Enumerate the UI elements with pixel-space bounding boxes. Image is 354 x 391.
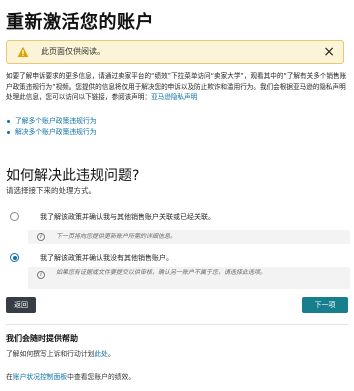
account-health-dashboard-link[interactable]: 账户状况控制面板 (13, 373, 67, 381)
help-here-link[interactable]: 此处 (94, 350, 108, 358)
intro-paragraph: 如要了解申诉要求的更多信息，请通过卖家平台的“绩效”下拉菜单访问“卖家大学”，观… (6, 71, 350, 103)
status-text-before: 在 (6, 373, 13, 381)
info-icon: i (37, 271, 45, 279)
resolve-subheading: 请选择接下来的处理方式。 (6, 186, 96, 195)
reactivation-page: 重新激活您的账户 此页面仅供阅读。 × 如要了解申诉要求的更多信息，请通过卖家平… (0, 0, 354, 391)
close-icon[interactable]: × (323, 43, 335, 61)
option-no-other-accounts-label[interactable]: 我了解该政策并确认我没有其他销售账户。 (40, 253, 173, 263)
read-only-alert: 此页面仅供阅读。 × (6, 40, 344, 64)
radio-option-no-other-accounts[interactable] (10, 253, 19, 262)
help-title: 我们会随时提供帮助 (6, 334, 78, 343)
info-icon: i (37, 233, 45, 241)
help-text-before: 了解如何撰写上诉和行动计划 (6, 350, 95, 358)
option-no-other-accounts-note: i 如果您有证据或文件要提交以供审核，确认另一账户不属于您，请选择此选项。 (28, 267, 350, 289)
page-title: 重新激活您的账户 (6, 12, 154, 33)
warning-icon (17, 46, 29, 57)
help-text: 了解如何撰写上诉和行动计划此处。 (6, 348, 115, 358)
alert-message: 此页面仅供阅读。 (41, 47, 105, 56)
option-linked-accounts-label[interactable]: 我了解该政策并确认我与其他销售账户关联或已经关联。 (40, 212, 215, 222)
resolve-heading: 如何解决此违规问题? (6, 168, 140, 184)
privacy-notice-link[interactable]: 亚马逊隐私声明 (151, 93, 197, 101)
note-text: 下一页将向您提供更新账户所需的详细信息。 (56, 233, 177, 240)
radio-option-linked-accounts[interactable] (10, 212, 19, 221)
link-resolve-policy-violation[interactable]: 解决多个账户政策违规行为 (6, 127, 97, 138)
help-text-after: 。 (107, 350, 115, 358)
account-health-text: 在账户状况控制面板中查看您账户的绩效。 (6, 371, 135, 381)
divider (6, 324, 348, 325)
note-text: 如果您有证据或文件要提交以供审核，确认另一账户不属于您，请选择此选项。 (56, 269, 267, 276)
next-button[interactable]: 下一项 (302, 297, 348, 313)
option-linked-accounts-note: i 下一页将向您提供更新账户所需的详细信息。 (28, 230, 350, 244)
policy-links: 了解多个账户政策违规行为 解决多个账户政策违规行为 (6, 116, 97, 138)
status-text-after: 中查看您账户的绩效。 (67, 373, 136, 381)
back-button[interactable]: 返回 (6, 297, 36, 313)
link-learn-policy-violation[interactable]: 了解多个账户政策违规行为 (6, 116, 97, 127)
